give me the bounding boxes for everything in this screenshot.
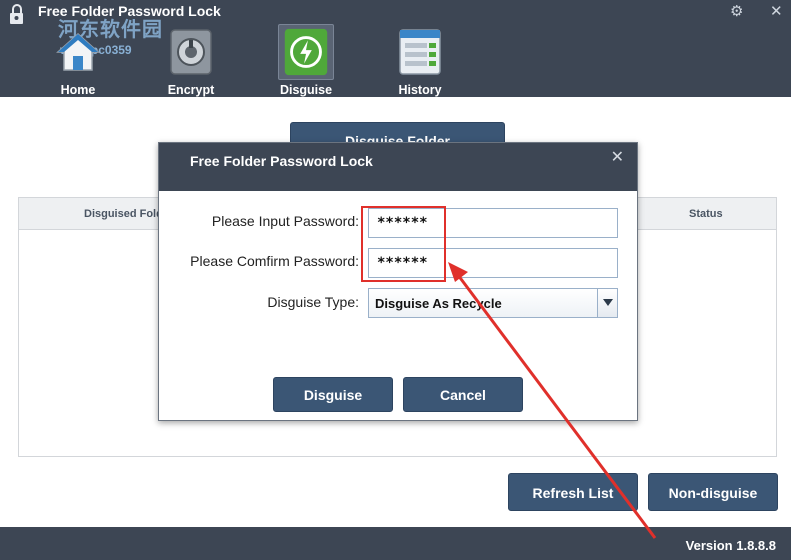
home-icon xyxy=(56,32,100,71)
dialog-title: Free Folder Password Lock xyxy=(190,153,373,169)
nav-disguise-label: Disguise xyxy=(279,83,333,97)
dialog-header: Free Folder Password Lock ✕ xyxy=(159,143,637,191)
nav-history[interactable]: History xyxy=(380,22,460,97)
safe-lock-icon xyxy=(170,29,212,75)
disguise-button[interactable]: Disguise xyxy=(273,377,393,412)
disguise-type-label: Disguise Type: xyxy=(267,294,359,310)
nav-disguise[interactable]: Disguise xyxy=(266,22,346,97)
column-status[interactable]: Status xyxy=(689,208,723,220)
password-label: Please Input Password: xyxy=(211,213,359,229)
disguise-type-value: Disguise As Recycle xyxy=(375,296,502,311)
nav-history-label: History xyxy=(398,83,442,97)
version-label: Version 1.8.8.8 xyxy=(685,538,776,553)
disguise-type-select[interactable]: Disguise As Recycle xyxy=(368,288,618,318)
confirm-password-label: Please Comfirm Password: xyxy=(190,253,359,269)
cancel-button[interactable]: Cancel xyxy=(403,377,523,412)
refresh-list-button[interactable]: Refresh List xyxy=(508,473,638,511)
settings-gear-icon[interactable]: ⚙ xyxy=(730,2,743,20)
status-footer: Version 1.8.8.8 xyxy=(0,527,791,560)
non-disguise-button[interactable]: Non-disguise xyxy=(648,473,778,511)
chevron-down-icon[interactable] xyxy=(597,289,617,317)
nav-encrypt-label: Encrypt xyxy=(167,83,215,97)
history-list-icon xyxy=(399,29,441,75)
nav-encrypt[interactable]: Encrypt xyxy=(151,22,231,97)
app-logo-icon xyxy=(10,4,23,24)
nav-home[interactable]: Home xyxy=(38,22,118,97)
title-bar: Free Folder Password Lock 河东软件园 www.pc03… xyxy=(0,0,791,97)
window-close-icon[interactable]: ✕ xyxy=(770,2,783,20)
nav-home-label: Home xyxy=(60,83,96,97)
annotation-highlight-box xyxy=(361,206,446,282)
disguise-shield-icon xyxy=(278,24,334,80)
dialog-close-icon[interactable]: ✕ xyxy=(611,147,624,167)
